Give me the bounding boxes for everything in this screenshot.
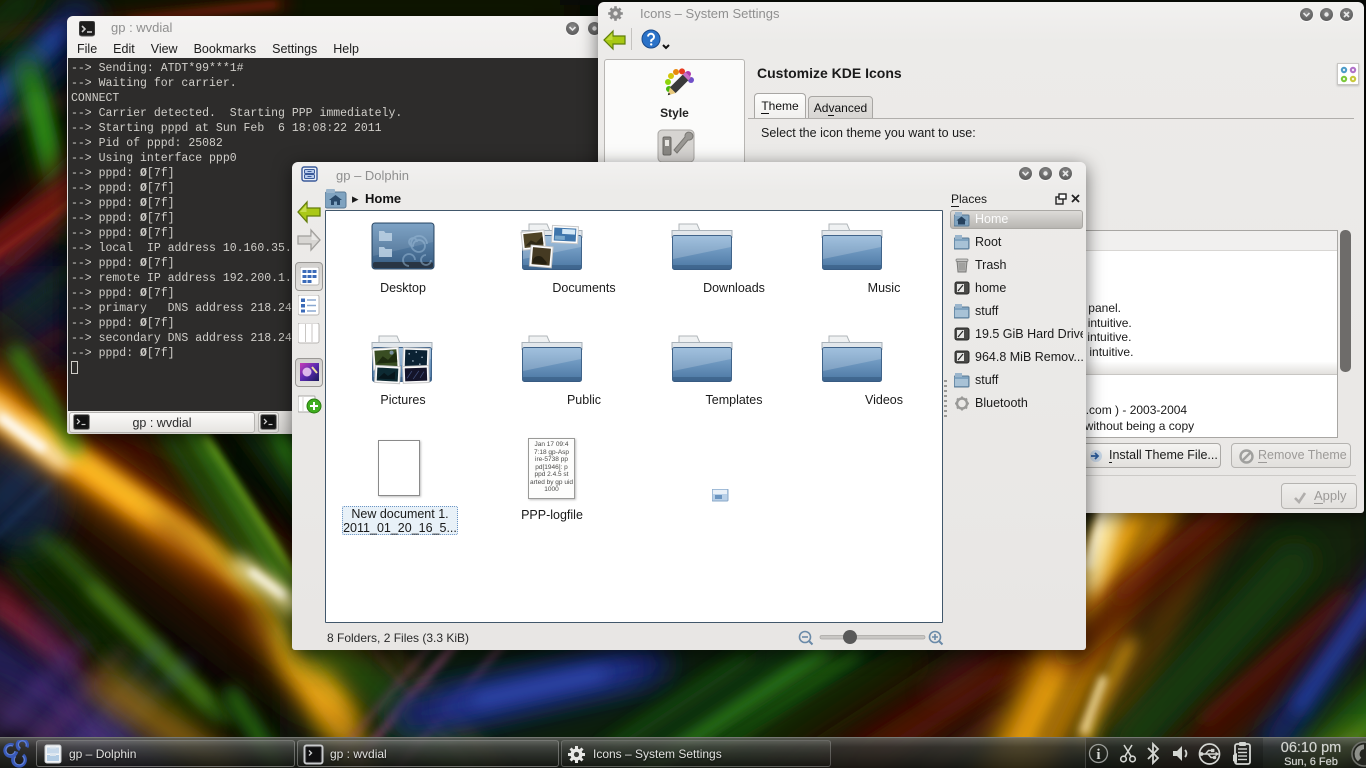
svg-text:i: i xyxy=(1096,747,1100,763)
